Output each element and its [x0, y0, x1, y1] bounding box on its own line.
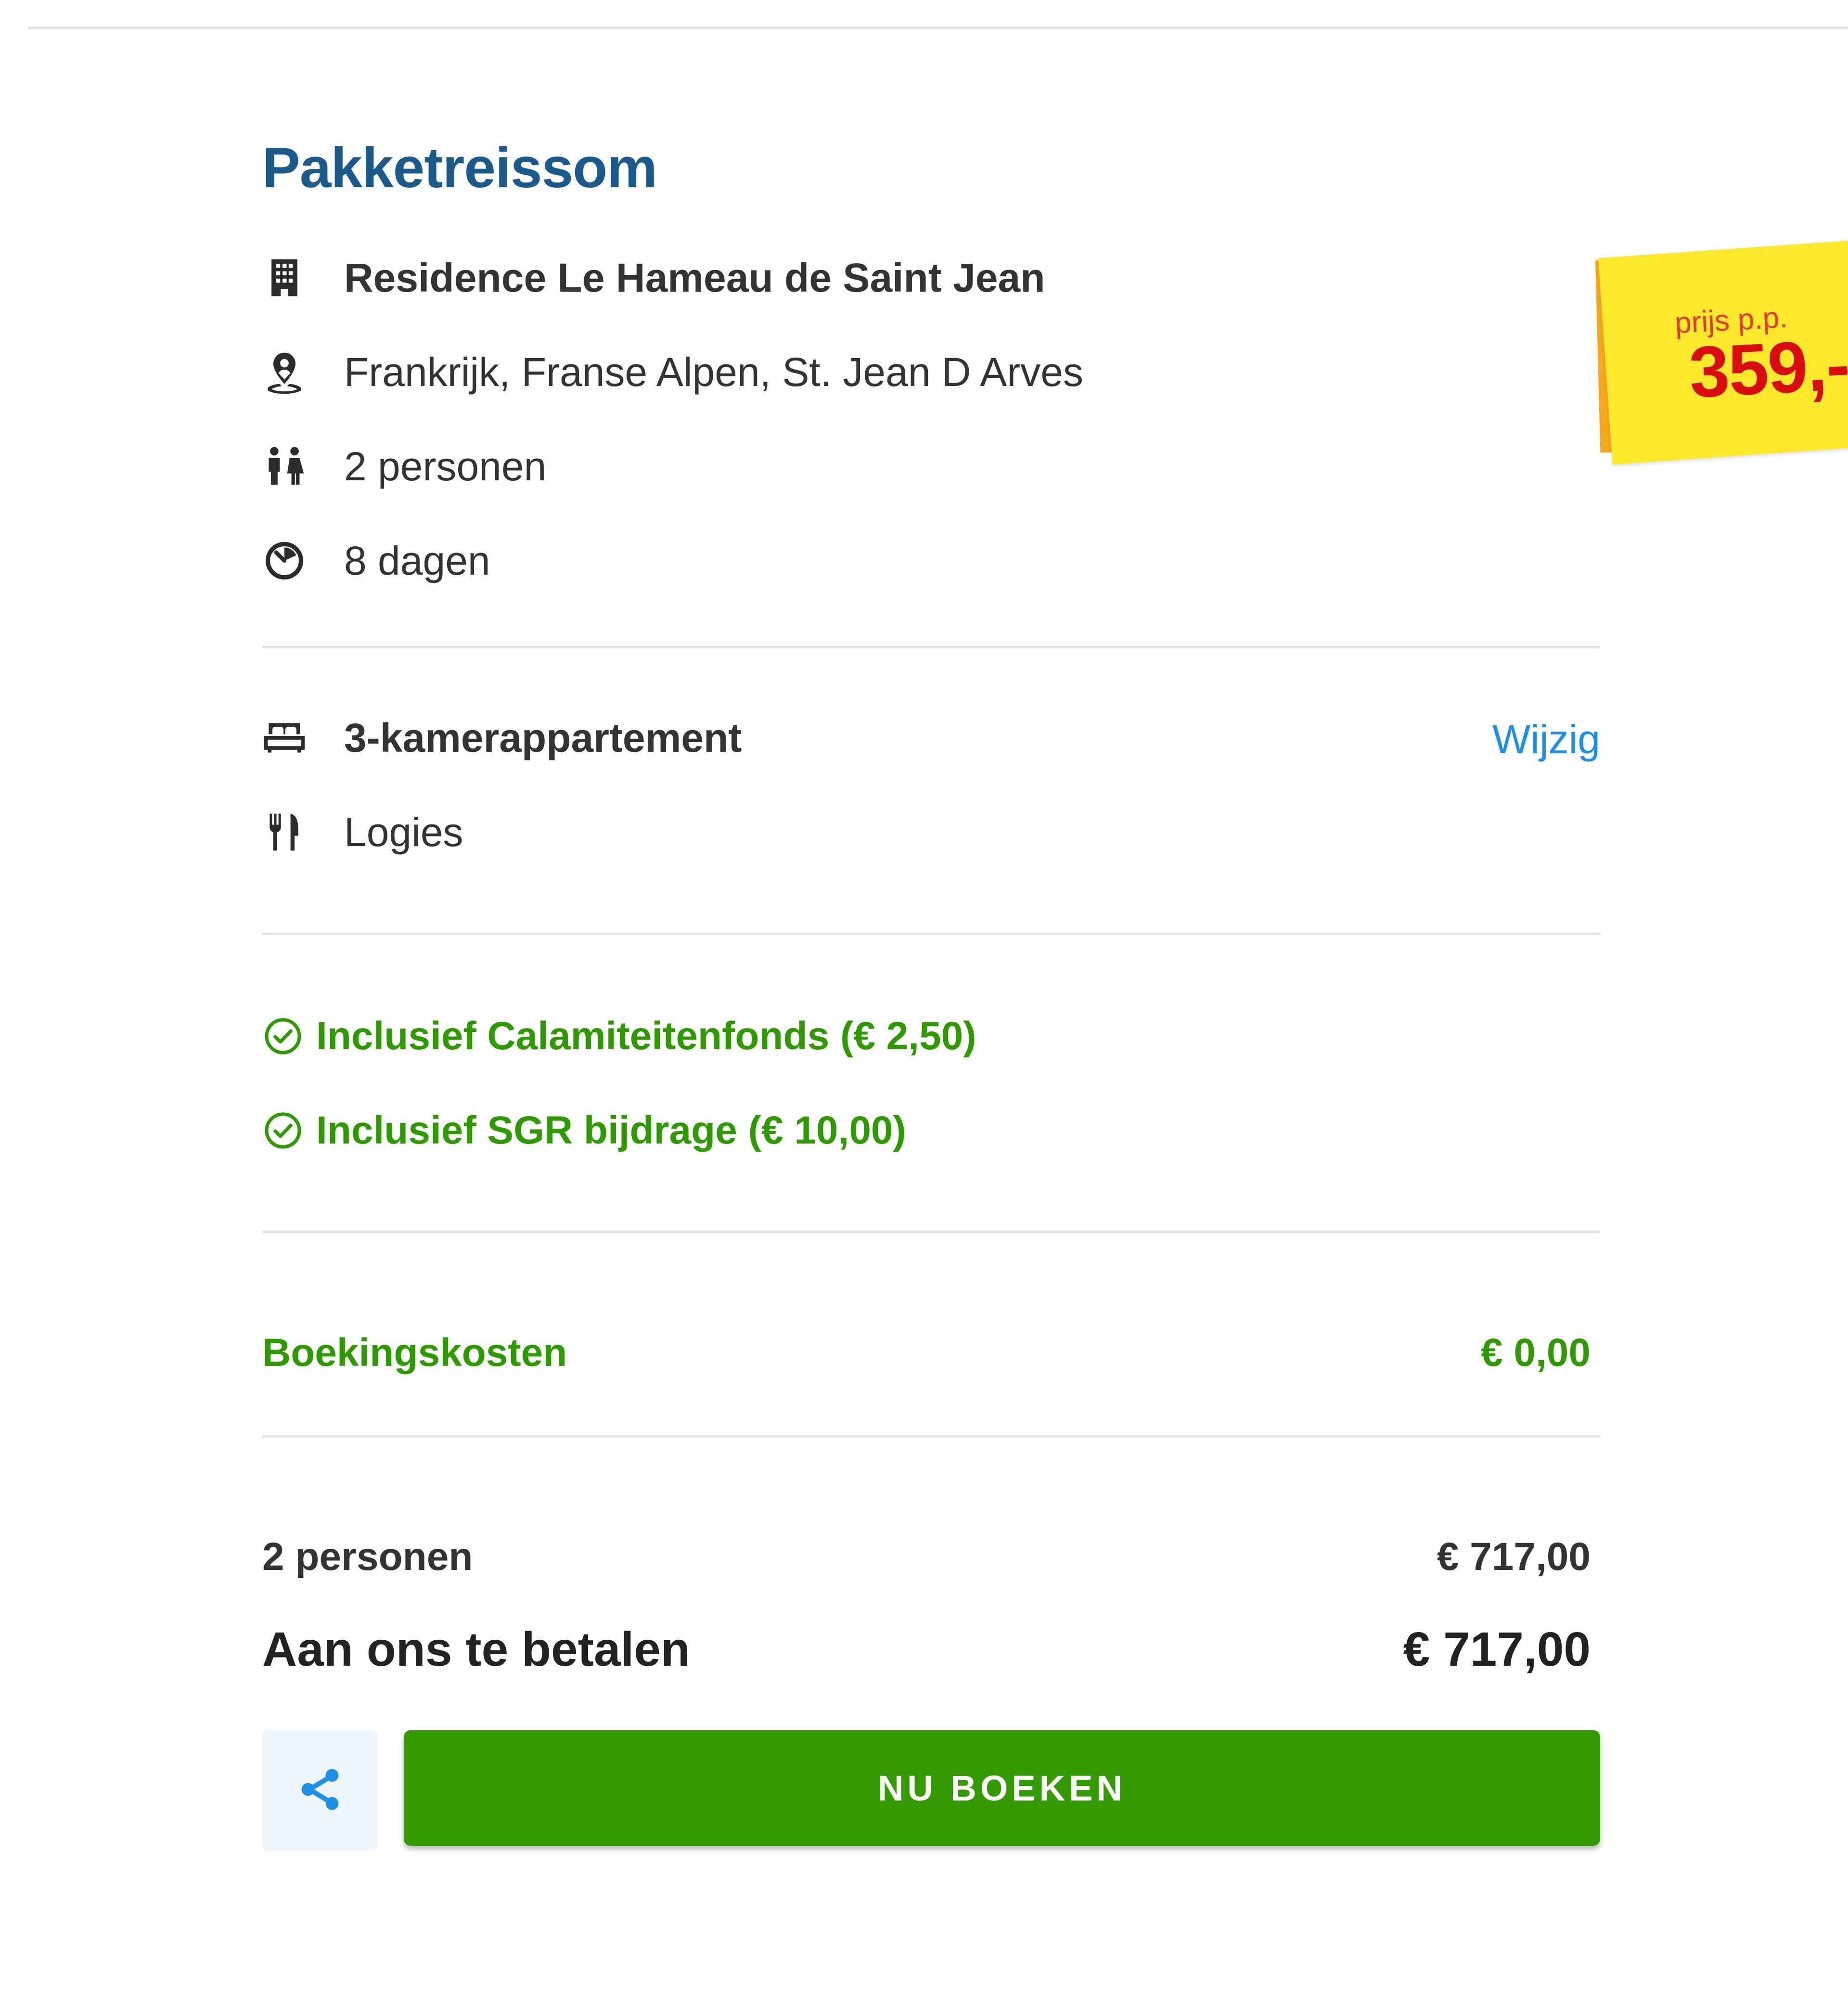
booking-costs-label: Boekingskosten	[262, 1331, 567, 1375]
duration-text: 8 dagen	[344, 538, 490, 583]
check-circle-icon	[262, 1107, 308, 1154]
check-circle-icon	[262, 1013, 308, 1059]
hotel-name: Residence Le Hameau de Saint Jean	[344, 255, 1045, 300]
people-icon	[262, 442, 320, 490]
travelers-row: 2 personen	[262, 440, 546, 493]
booking-costs-row: Boekingskosten € 0,00	[262, 1333, 1591, 1373]
share-button[interactable]	[262, 1730, 378, 1851]
book-now-label: NU BOEKEN	[877, 1768, 1127, 1808]
timer-icon	[262, 537, 320, 585]
building-icon	[262, 254, 320, 302]
room-type: 3-kamerappartement	[344, 715, 742, 760]
book-now-button[interactable]: NU BOEKEN	[404, 1730, 1600, 1846]
bed-icon	[262, 714, 320, 762]
price-sticker: prijs p.p. 359,-	[1595, 238, 1848, 465]
hotel-row: Residence Le Hameau de Saint Jean	[262, 251, 1045, 304]
total-label: Aan ons te betalen	[262, 1622, 691, 1676]
inclusion-item: Inclusief SGR bijdrage (€ 10,00)	[262, 1104, 906, 1157]
travelers-text: 2 personen	[344, 444, 547, 489]
location-row: Frankrijk, Franse Alpen, St. Jean D Arve…	[262, 346, 1083, 399]
total-value: € 717,00	[1403, 1622, 1591, 1676]
board-row: Logies	[262, 806, 463, 859]
page-title: Pakketreissom	[262, 136, 657, 200]
persons-label: 2 personen	[262, 1535, 473, 1579]
divider	[262, 646, 1600, 648]
share-icon	[296, 1765, 344, 1816]
map-pin-person-icon	[262, 348, 320, 396]
top-divider	[28, 26, 1848, 29]
duration-row: 8 dagen	[262, 534, 490, 587]
room-row: 3-kamerappartement	[262, 711, 742, 764]
inclusion-text: Inclusief Calamiteitenfonds (€ 2,50)	[316, 1014, 976, 1058]
location-text: Frankrijk, Franse Alpen, St. Jean D Arve…	[344, 349, 1083, 395]
divider	[262, 1435, 1600, 1438]
inclusion-text: Inclusief SGR bijdrage (€ 10,00)	[316, 1108, 906, 1152]
booking-costs-value: € 0,00	[1481, 1331, 1591, 1375]
total-row: Aan ons te betalen € 717,00	[262, 1625, 1591, 1673]
fork-knife-icon	[262, 808, 320, 856]
divider	[262, 1231, 1600, 1233]
persons-price-row: 2 personen € 717,00	[262, 1537, 1591, 1577]
divider	[262, 933, 1600, 935]
board-text: Logies	[344, 810, 463, 855]
change-room-link[interactable]: Wijzig	[1492, 719, 1600, 759]
inclusion-item: Inclusief Calamiteitenfonds (€ 2,50)	[262, 1010, 976, 1063]
persons-value: € 717,00	[1437, 1535, 1591, 1579]
price-amount: 359,-	[1687, 323, 1848, 413]
